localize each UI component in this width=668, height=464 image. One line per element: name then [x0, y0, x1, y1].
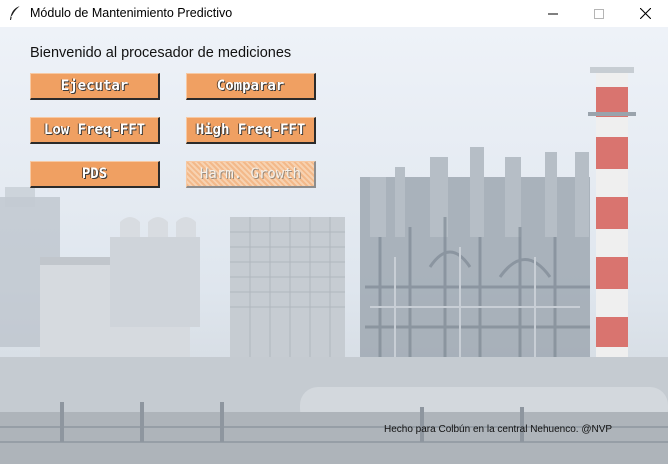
low-freq-fft-button[interactable]: Low Freq-FFT: [30, 117, 160, 144]
maximize-button[interactable]: [576, 0, 622, 27]
maximize-icon: [594, 8, 604, 19]
welcome-label: Bienvenido al procesador de mediciones: [30, 45, 292, 61]
close-icon: [639, 8, 651, 19]
main-panel: Bienvenido al procesador de mediciones E…: [0, 27, 668, 464]
ejecutar-button[interactable]: Ejecutar: [30, 73, 160, 100]
minimize-icon: [548, 13, 558, 14]
window-title: Módulo de Mantenimiento Predictivo: [30, 6, 233, 20]
minimize-button[interactable]: [530, 0, 576, 27]
harm-growth-button[interactable]: Harm. Growth: [186, 161, 316, 188]
comparar-button[interactable]: Comparar: [186, 73, 316, 100]
feather-icon: [10, 5, 21, 20]
title-bar[interactable]: Módulo de Mantenimiento Predictivo: [0, 0, 668, 27]
credits-label: Hecho para Colbún en la central Nehuenco…: [384, 424, 613, 435]
close-button[interactable]: [622, 0, 668, 27]
pds-button[interactable]: PDS: [30, 161, 160, 188]
high-freq-fft-button[interactable]: High Freq-FFT: [186, 117, 316, 144]
